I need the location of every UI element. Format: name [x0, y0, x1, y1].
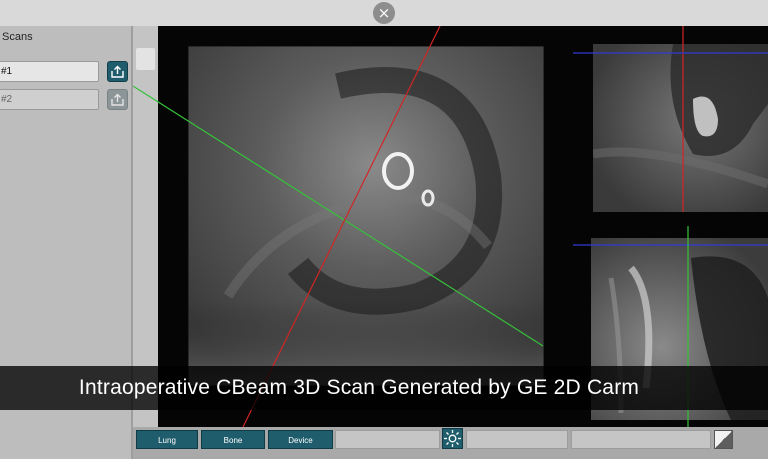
- export-scan-2-button[interactable]: [107, 89, 128, 110]
- top-bar: ×: [0, 0, 768, 26]
- toolbar-spacer-left: [335, 430, 440, 449]
- preset-bone-button[interactable]: Bone: [201, 430, 265, 449]
- brightness-button[interactable]: [442, 428, 463, 449]
- upload-icon: [111, 65, 124, 78]
- upload-icon: [111, 93, 124, 106]
- scan-item-2[interactable]: #2: [0, 89, 99, 110]
- export-scan-1-button[interactable]: [107, 61, 128, 82]
- caption-band: Intraoperative CBeam 3D Scan Generated b…: [0, 366, 768, 410]
- axial-ct-view[interactable]: [188, 46, 544, 386]
- bottom-toolbar: Lung Bone Device: [133, 427, 768, 459]
- sagittal-ct-view[interactable]: [593, 44, 768, 212]
- close-button[interactable]: ×: [373, 2, 395, 24]
- contrast-button[interactable]: [714, 430, 733, 449]
- preset-lung-button[interactable]: Lung: [136, 430, 198, 449]
- preset-device-button[interactable]: Device: [268, 430, 333, 449]
- toolbar-spacer-mid: [466, 430, 568, 449]
- scan-item-1[interactable]: #1: [0, 61, 99, 82]
- scans-title: Scans: [2, 31, 33, 43]
- viewer-side-tab[interactable]: [136, 48, 155, 70]
- toolbar-spacer-right: [571, 430, 711, 449]
- brightness-icon: [444, 430, 461, 447]
- caption-text: Intraoperative CBeam 3D Scan Generated b…: [78, 376, 640, 399]
- close-icon: ×: [377, 4, 391, 22]
